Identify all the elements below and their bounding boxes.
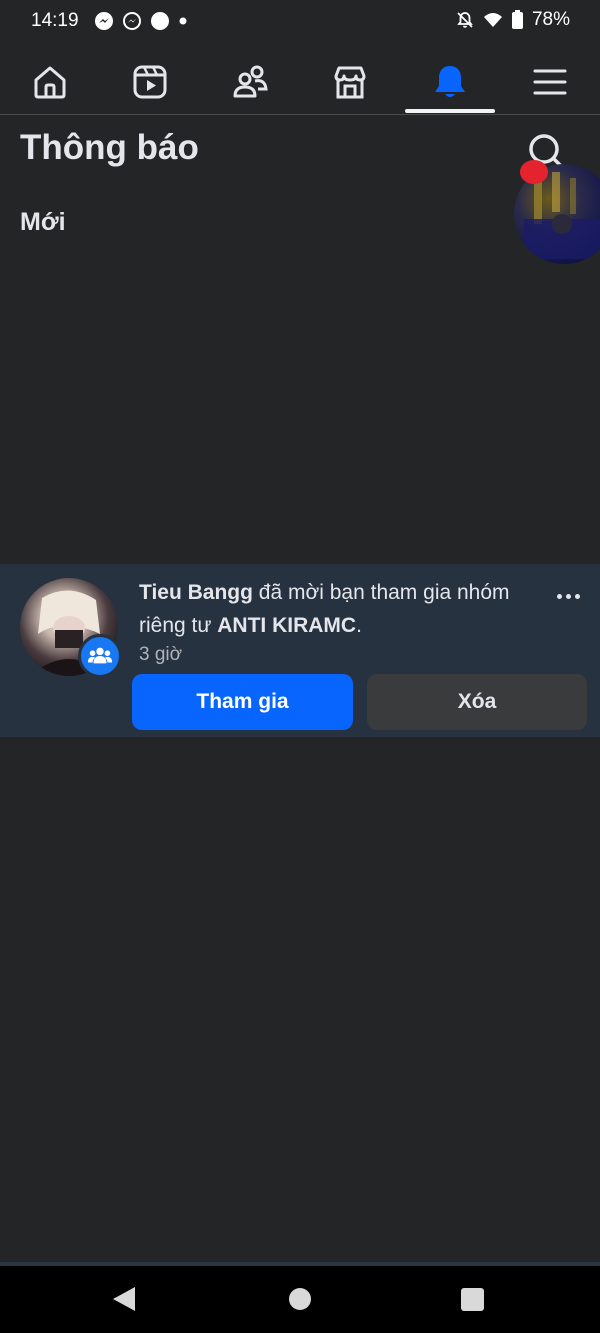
- menu-icon: [533, 69, 567, 94]
- status-bar: 14:19 78%: [0, 0, 600, 44]
- more-dot-icon: [574, 593, 580, 599]
- tab-home[interactable]: [0, 50, 100, 113]
- bell-muted-icon: [457, 12, 473, 28]
- join-button[interactable]: Tham gia: [132, 674, 353, 730]
- tab-friends[interactable]: [200, 50, 300, 113]
- tab-marketplace[interactable]: [300, 50, 400, 113]
- notification-message-end: .: [356, 614, 362, 637]
- page-title: Thông báo: [20, 128, 199, 167]
- video-icon: [133, 65, 167, 98]
- group-icon: [87, 647, 113, 664]
- dot-icon: [151, 12, 169, 30]
- back-icon[interactable]: [113, 1287, 135, 1311]
- status-notification-icons: [94, 11, 188, 31]
- battery-percent: 78%: [531, 9, 570, 30]
- chat-head-badge: [520, 160, 548, 184]
- notification-text: Tieu Bangg đã mời bạn tham gia nhóm riên…: [139, 576, 539, 642]
- bell-icon: [435, 65, 465, 97]
- tab-video[interactable]: [100, 50, 200, 113]
- tab-notifications[interactable]: [400, 50, 500, 113]
- notification-item[interactable]: Tieu Bangg đã mời bạn tham gia nhóm riên…: [0, 564, 600, 737]
- active-tab-indicator: [405, 109, 495, 113]
- marketplace-icon: [334, 66, 366, 98]
- small-dot-icon: [179, 17, 187, 25]
- messenger-icon: [95, 12, 113, 30]
- delete-button[interactable]: Xóa: [367, 674, 587, 730]
- status-time: 14:19: [31, 10, 79, 31]
- home-icon: [34, 66, 66, 98]
- wifi-icon: [483, 13, 502, 27]
- tab-menu[interactable]: [500, 50, 600, 113]
- group-badge: [78, 634, 122, 678]
- notification-actor: Tieu Bangg: [139, 581, 253, 604]
- notification-group-name: ANTI KIRAMC: [217, 614, 357, 637]
- notification-time: 3 giờ: [139, 644, 183, 665]
- system-navigation-bar: [0, 1266, 600, 1333]
- top-nav: [0, 50, 600, 115]
- more-options-button[interactable]: [552, 586, 584, 606]
- battery-icon: [511, 10, 523, 29]
- friends-icon: [233, 65, 268, 97]
- home-circle-icon[interactable]: [289, 1288, 311, 1310]
- recent-apps-icon[interactable]: [461, 1288, 484, 1311]
- more-dot-icon: [556, 593, 562, 599]
- more-dot-icon: [565, 593, 571, 599]
- messenger-outline-icon: [123, 12, 141, 30]
- section-heading-new: Mới: [20, 208, 66, 236]
- status-system-icons: 78%: [455, 9, 570, 31]
